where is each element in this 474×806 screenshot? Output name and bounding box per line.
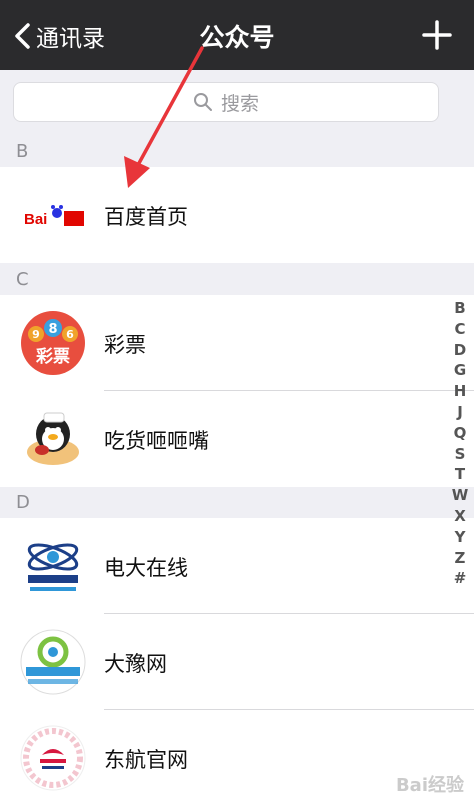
china-eastern-logo-icon bbox=[20, 725, 86, 791]
lottery-digit-3: 6 bbox=[66, 328, 74, 341]
watermark: Bai经验 bbox=[395, 775, 464, 796]
item-name: 吃货咂咂嘴 bbox=[104, 429, 209, 453]
search-icon bbox=[193, 93, 212, 111]
item-name: 百度首页 bbox=[104, 205, 188, 229]
index-letter[interactable]: W bbox=[450, 485, 470, 506]
page-title: 公众号 bbox=[199, 23, 275, 52]
index-letter[interactable]: Q bbox=[450, 423, 470, 444]
index-letter[interactable]: H bbox=[450, 381, 470, 402]
section-header-c: C bbox=[0, 264, 474, 295]
svg-text:Bai: Bai bbox=[24, 211, 47, 228]
item-name: 彩票 bbox=[104, 333, 146, 357]
plus-icon[interactable] bbox=[422, 20, 452, 50]
list-item-dianda[interactable]: 电大在线 bbox=[0, 518, 474, 614]
item-name: 东航官网 bbox=[104, 748, 188, 772]
dianda-logo-icon bbox=[20, 533, 86, 599]
index-letter[interactable]: S bbox=[450, 444, 470, 465]
index-letter[interactable]: Z bbox=[450, 548, 470, 569]
index-letter[interactable]: D bbox=[450, 340, 470, 361]
section-header-d: D bbox=[0, 487, 474, 518]
list-item-foodie[interactable]: 吃货咂咂嘴 bbox=[0, 391, 474, 487]
search-input[interactable]: 搜索 bbox=[13, 82, 439, 122]
nav-bar: 通讯录 公众号 bbox=[0, 0, 474, 70]
section-letter: B bbox=[16, 141, 29, 162]
baidu-logo-icon: Bai bbox=[20, 182, 86, 248]
lottery-digit-2: 8 bbox=[48, 322, 57, 337]
index-letter[interactable]: B bbox=[450, 298, 470, 319]
index-letter[interactable]: Y bbox=[450, 527, 470, 548]
list-item-dayu[interactable]: 大豫网 bbox=[0, 614, 474, 710]
alphabet-index[interactable]: B C D G H J Q S T W X Y Z # bbox=[450, 298, 470, 589]
list-item-baidu[interactable]: Bai 百度首页 bbox=[0, 167, 474, 263]
list-item-lottery[interactable]: 9 8 6 彩票 彩票 bbox=[0, 295, 474, 391]
index-letter[interactable]: T bbox=[450, 464, 470, 485]
lottery-digit-1: 9 bbox=[32, 328, 40, 341]
lottery-logo-icon: 9 8 6 彩票 bbox=[21, 311, 85, 375]
foodie-penguin-logo-icon bbox=[27, 412, 79, 465]
search-placeholder: 搜索 bbox=[220, 92, 259, 115]
dayu-logo-icon bbox=[20, 629, 86, 695]
search-bar: 搜索 bbox=[0, 70, 474, 136]
index-letter[interactable]: # bbox=[450, 568, 470, 589]
section-letter: D bbox=[16, 492, 30, 513]
index-letter[interactable]: G bbox=[450, 360, 470, 381]
section-letter: C bbox=[16, 269, 29, 290]
lottery-logo-text: 彩票 bbox=[35, 347, 70, 367]
index-letter[interactable]: C bbox=[450, 319, 470, 340]
index-letter[interactable]: J bbox=[450, 402, 470, 423]
section-header-b: B bbox=[0, 136, 474, 167]
item-name: 大豫网 bbox=[104, 652, 167, 676]
index-letter[interactable]: X bbox=[450, 506, 470, 527]
item-name: 电大在线 bbox=[104, 556, 188, 580]
